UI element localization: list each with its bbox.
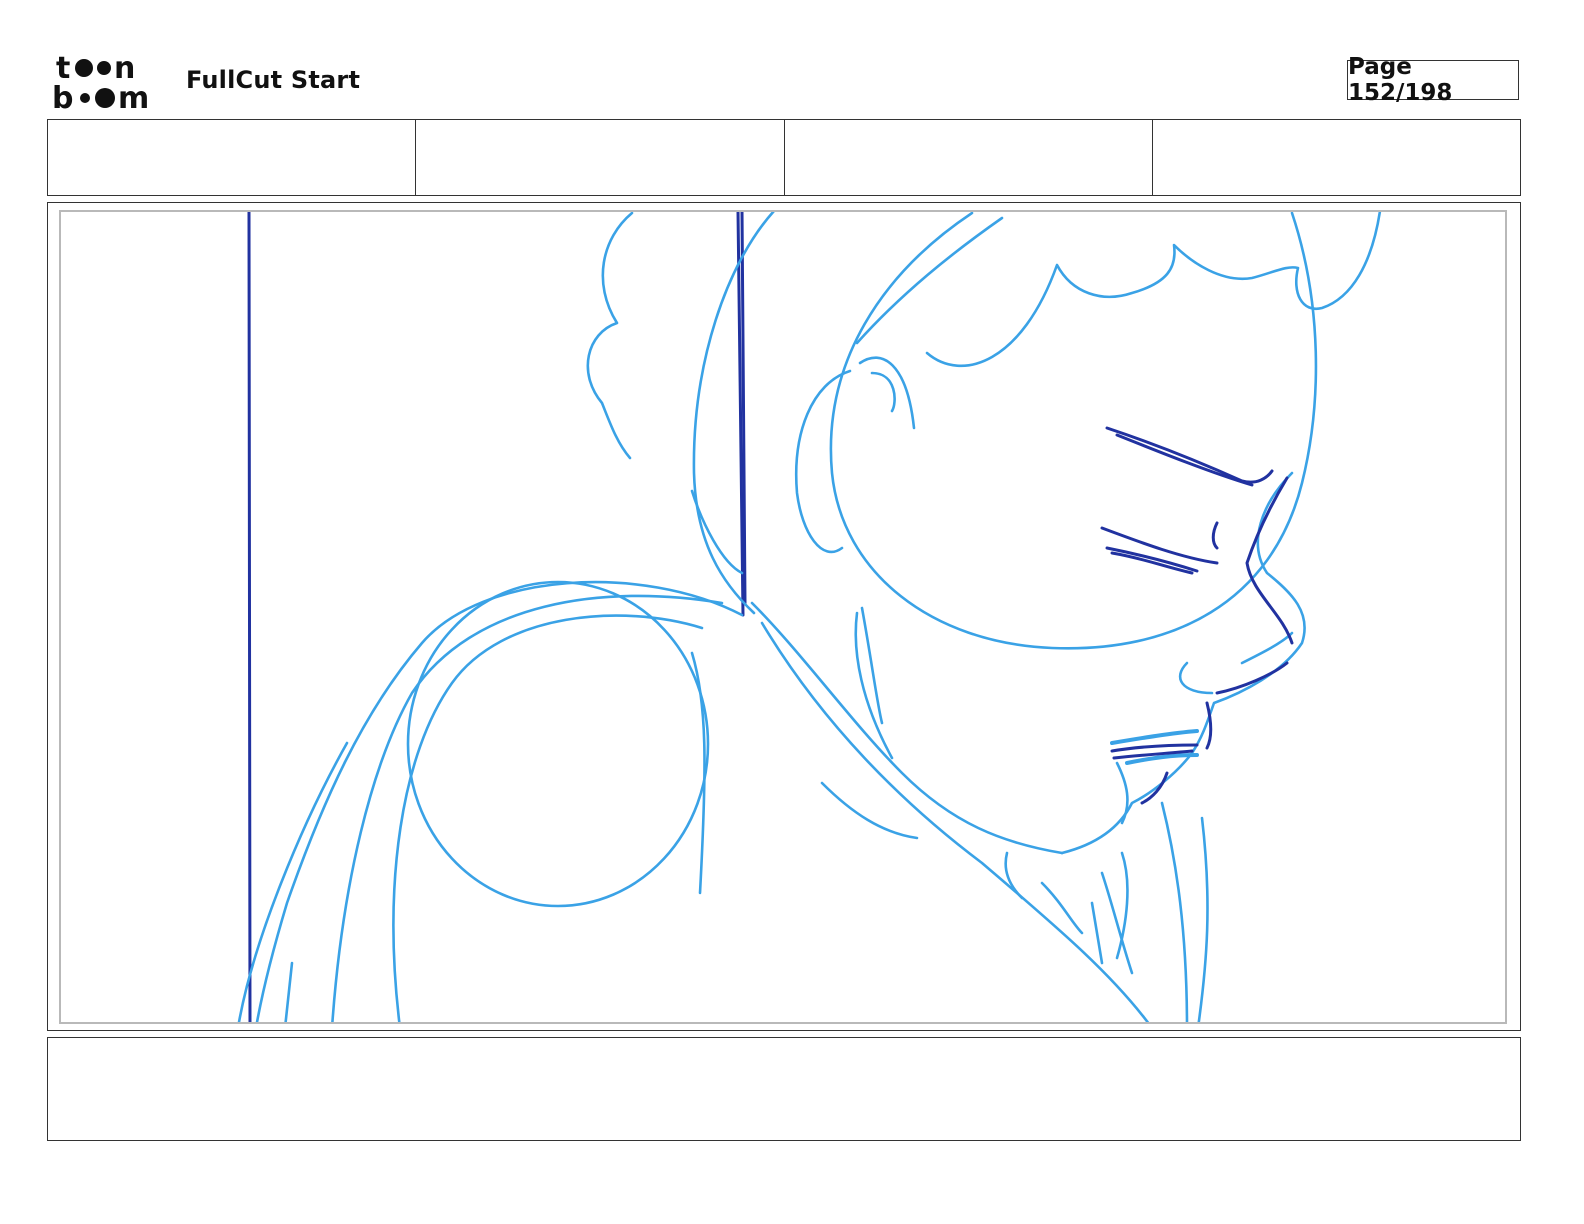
sketch-hair-right [925, 212, 1382, 368]
sketch-eyebrow [1105, 426, 1274, 484]
sketch-mouth [1110, 743, 1199, 753]
panel-sketch [237, 212, 1382, 1022]
sketch-profile [1060, 471, 1306, 855]
sketch-hair-left [586, 212, 634, 460]
page-indicator: Page 152/198 [1347, 54, 1519, 106]
panel-frame[interactable] [59, 210, 1507, 1024]
project-title: FullCut Start [186, 66, 361, 94]
header-field-3[interactable] [785, 120, 1153, 195]
header-field-1[interactable] [48, 120, 417, 195]
sketch-eye [1100, 526, 1219, 565]
storyboard-panel [47, 202, 1521, 1031]
caption-box[interactable] [47, 1037, 1521, 1141]
svg-text:b: b [52, 81, 73, 112]
sketch-ear [794, 369, 852, 554]
header-field-2[interactable] [416, 120, 785, 195]
toonboom-logo-icon: t n b m [52, 52, 149, 112]
header-fields [47, 119, 1521, 196]
sketch-shoulder-circle [406, 580, 710, 908]
sketch-nose-detail [1215, 661, 1289, 695]
header-field-4[interactable] [1153, 120, 1520, 195]
svg-text:m: m [118, 81, 149, 112]
sketch-jaw [750, 601, 1064, 855]
sketch-head-back [692, 212, 775, 615]
sketch-vertical-line-left [247, 212, 252, 1022]
sketch-shoulder [255, 580, 744, 1022]
